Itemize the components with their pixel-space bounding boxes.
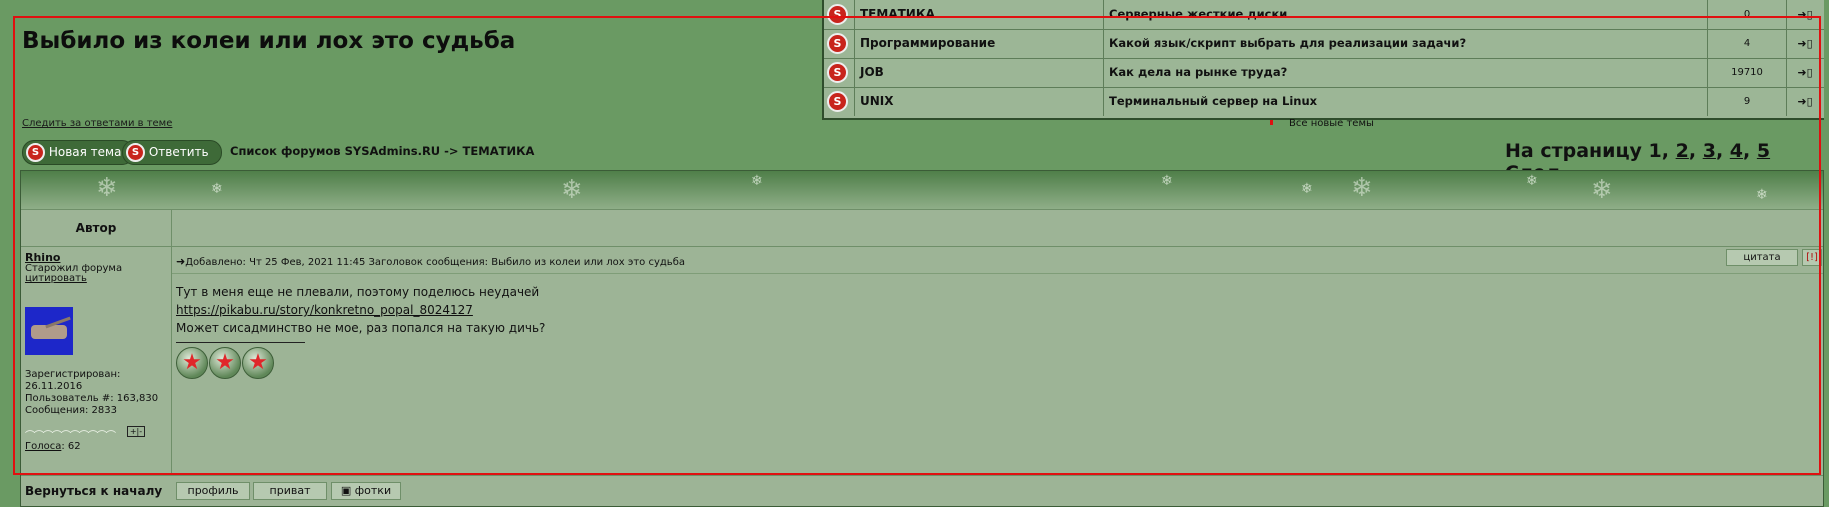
back-to-top-link[interactable]: Вернуться к началу [25, 484, 162, 498]
post-footer-row: Вернуться к началу профиль приват ▣ фотк… [21, 475, 1823, 507]
highlight-box [13, 16, 1821, 475]
profile-button[interactable]: профиль [176, 482, 250, 500]
private-message-button[interactable]: приват [253, 482, 327, 500]
photos-label: фотки [354, 484, 392, 497]
photos-button[interactable]: ▣ фотки [331, 482, 401, 500]
camera-icon: ▣ [340, 484, 355, 497]
